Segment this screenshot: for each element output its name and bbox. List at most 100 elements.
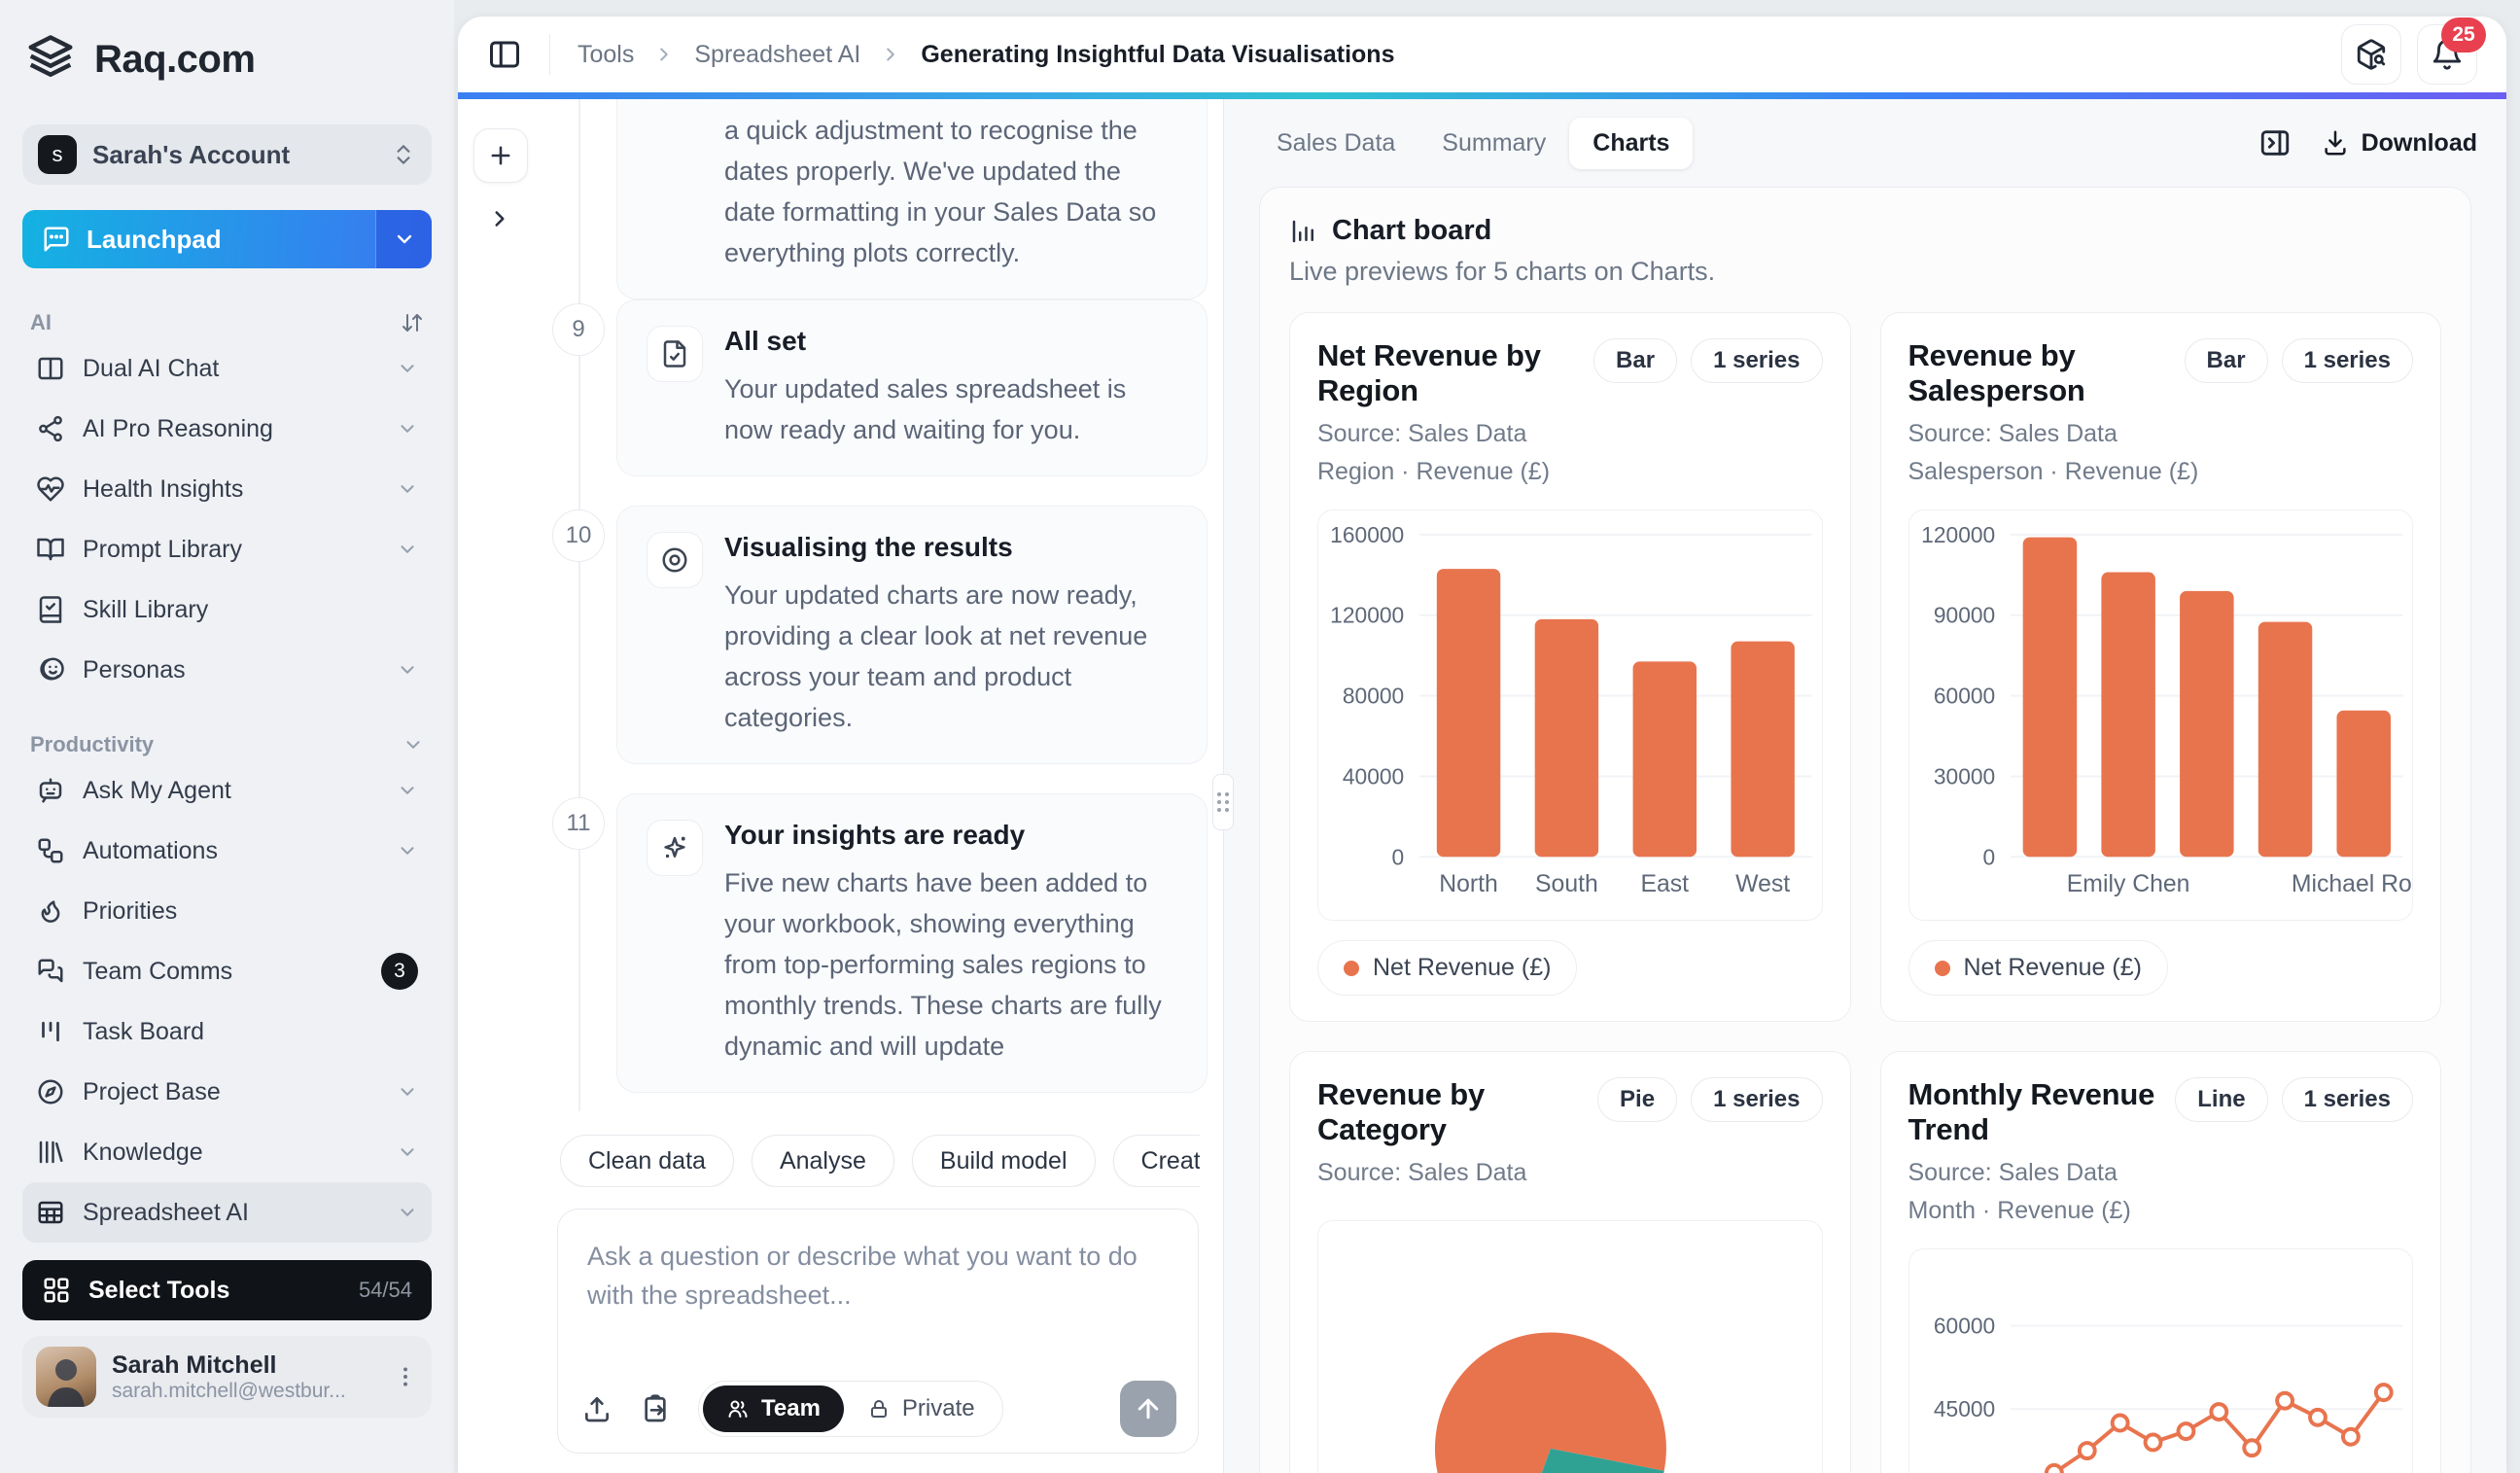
chart-plot — [1317, 1220, 1823, 1473]
user-name: Sarah Mitchell — [112, 1351, 377, 1380]
book-open-icon — [36, 535, 65, 564]
sidebar-item-prompt-library[interactable]: Prompt Library — [22, 519, 432, 579]
package-search-button[interactable] — [2341, 24, 2401, 85]
sparkles-icon — [647, 820, 703, 876]
create-dashboard-button[interactable]: Create dashboard — [1113, 1135, 1200, 1187]
breadcrumb-spreadsheet-ai[interactable]: Spreadsheet AI — [694, 41, 860, 69]
chart-type-badge: Line — [2175, 1077, 2267, 1122]
sidebar-item-personas[interactable]: Personas — [22, 640, 432, 700]
account-avatar: s — [38, 135, 77, 174]
unread-count-badge: 3 — [381, 953, 418, 990]
private-toggle[interactable]: Private — [844, 1385, 998, 1432]
notifications-button[interactable]: 25 — [2417, 24, 2477, 85]
step-body: Your updated charts are now ready, provi… — [724, 575, 1177, 738]
chart-title: Monthly Revenue Trend — [1908, 1077, 2176, 1147]
kebab-menu-icon[interactable] — [393, 1364, 418, 1389]
sidebar: Raq.com s Sarah's Account Launchpad AI D… — [0, 0, 454, 1473]
sort-arrows-icon[interactable] — [401, 311, 424, 334]
chevron-down-icon — [397, 1141, 418, 1163]
notification-count-badge: 25 — [2441, 18, 2486, 53]
breadcrumb-tools[interactable]: Tools — [578, 41, 634, 69]
workbook-tabs: Sales Data Summary Charts Download — [1224, 99, 2506, 187]
sidebar-item-priorities[interactable]: Priorities — [22, 881, 432, 941]
select-tools-label: Select Tools — [88, 1277, 341, 1305]
sidebar-item-health-insights[interactable]: Health Insights — [22, 459, 432, 519]
tab-charts[interactable]: Charts — [1569, 118, 1693, 169]
new-chat-button[interactable] — [473, 128, 528, 183]
chevron-down-icon — [397, 539, 418, 560]
chart-type-badge: Pie — [1597, 1077, 1677, 1122]
chart-axes-label: Region · Revenue (£) — [1317, 458, 1823, 486]
chevron-down-icon — [397, 478, 418, 500]
account-label: Sarah's Account — [92, 140, 375, 170]
chart-plot: 16000012000080000400000NorthSouthEastWes… — [1317, 509, 1823, 921]
chat-input[interactable]: Ask a question or describe what you want… — [557, 1209, 1199, 1454]
sidebar-item-skill-library[interactable]: Skill Library — [22, 579, 432, 640]
step-title: All set — [724, 326, 1177, 357]
user-profile[interactable]: Sarah Mitchell sarah.mitchell@westbur... — [22, 1336, 432, 1418]
bar-chart-icon — [1289, 217, 1318, 246]
compass-icon — [36, 1077, 65, 1106]
chart-legend: Net Revenue (£) — [1317, 940, 1577, 996]
svg-text:South: South — [1535, 871, 1598, 897]
message-square-more-icon — [42, 225, 71, 254]
breadcrumb: Tools Spreadsheet AI Generating Insightf… — [578, 41, 2341, 69]
launchpad-button[interactable]: Launchpad — [22, 210, 432, 268]
send-button[interactable] — [1120, 1381, 1176, 1437]
resize-grip[interactable] — [1212, 774, 1234, 830]
svg-text:90000: 90000 — [1933, 603, 1994, 628]
board-subtitle: Live previews for 5 charts on Charts. — [1289, 257, 2441, 287]
sidebar-item-project-base[interactable]: Project Base — [22, 1062, 432, 1122]
panel-right-toggle[interactable] — [2258, 126, 2292, 159]
sidebar-item-ask-my-agent[interactable]: Ask My Agent — [22, 760, 432, 821]
book-check-icon — [36, 595, 65, 624]
main-window: Tools Spreadsheet AI Generating Insightf… — [458, 17, 2506, 1473]
svg-text:60000: 60000 — [1933, 1314, 1994, 1339]
board-title: Chart board — [1332, 215, 1491, 247]
chevron-right-icon — [653, 44, 675, 65]
tab-summary[interactable]: Summary — [1418, 118, 1569, 169]
launchpad-label: Launchpad — [87, 225, 222, 255]
step-card-visualising: Visualising the results Your updated cha… — [616, 506, 1208, 764]
sidebar-item-automations[interactable]: Automations — [22, 821, 432, 881]
app-logo: Raq.com — [22, 33, 432, 86]
sidebar-item-task-board[interactable]: Task Board — [22, 1001, 432, 1062]
sidebar-item-team-comms[interactable]: Team Comms 3 — [22, 941, 432, 1001]
chat-timeline[interactable]: a quick adjustment to recognise the date… — [552, 99, 1208, 1111]
chart-card-net-revenue-by-region: Net Revenue by Region Bar 1 series Sourc… — [1289, 312, 1851, 1022]
library-icon — [36, 1138, 65, 1167]
sidebar-item-dual-ai-chat[interactable]: Dual AI Chat — [22, 338, 432, 399]
tab-sales-data[interactable]: Sales Data — [1253, 118, 1418, 169]
chart-card-revenue-by-salesperson: Revenue by Salesperson Bar 1 series Sour… — [1880, 312, 2442, 1022]
chart-plot: 1200009000060000300000Emily ChenMichael … — [1908, 509, 2414, 921]
messages-icon — [36, 957, 65, 986]
chart-axes-label: Salesperson · Revenue (£) — [1908, 458, 2414, 486]
analyse-button[interactable]: Analyse — [752, 1135, 894, 1187]
table-icon — [36, 1198, 65, 1227]
section-header-productivity: Productivity — [22, 729, 432, 760]
sidebar-item-knowledge[interactable]: Knowledge — [22, 1122, 432, 1182]
clean-data-button[interactable]: Clean data — [560, 1135, 734, 1187]
team-toggle[interactable]: Team — [703, 1385, 844, 1432]
svg-text:North: North — [1439, 871, 1498, 897]
sidebar-item-ai-pro-reasoning[interactable]: AI Pro Reasoning — [22, 399, 432, 459]
svg-text:80000: 80000 — [1343, 684, 1404, 709]
expand-rail-button[interactable] — [487, 206, 512, 231]
account-switcher[interactable]: s Sarah's Account — [22, 124, 432, 185]
download-button[interactable]: Download — [2321, 128, 2477, 158]
chart-board: Chart board Live previews for 5 charts o… — [1259, 187, 2471, 1473]
chevron-down-icon[interactable] — [402, 734, 424, 755]
step-number: 9 — [552, 303, 605, 356]
sidebar-item-spreadsheet-ai[interactable]: Spreadsheet AI — [22, 1182, 432, 1243]
flame-icon — [36, 896, 65, 926]
upload-button[interactable] — [581, 1393, 612, 1424]
app-name: Raq.com — [94, 38, 255, 82]
select-tools-button[interactable]: Select Tools 54/54 — [22, 1260, 432, 1320]
chart-source: Source: Sales Data — [1317, 1159, 1823, 1187]
clipboard-export-button[interactable] — [640, 1393, 671, 1424]
chevrons-up-down-icon — [391, 142, 416, 167]
launchpad-dropdown[interactable] — [375, 210, 432, 268]
build-model-button[interactable]: Build model — [912, 1135, 1096, 1187]
step-title: Your insights are ready — [724, 820, 1177, 851]
panel-left-toggle[interactable] — [487, 37, 522, 72]
